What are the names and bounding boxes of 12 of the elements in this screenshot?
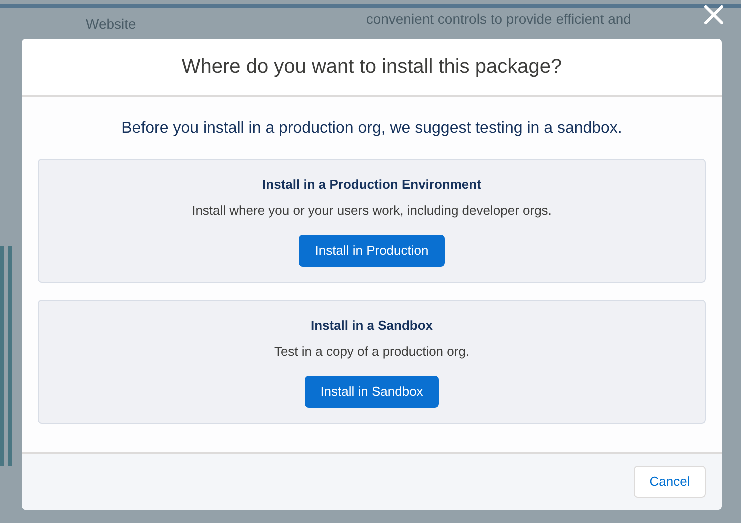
cancel-button[interactable]: Cancel (634, 466, 706, 498)
page-text: convenient controls to provide efficient and (366, 10, 632, 29)
dialog-intro: Before you install in a production org, we suggest testing in a sandbox. (120, 119, 624, 139)
dialog-title: Where do you want to install this package? (182, 55, 562, 80)
close-icon[interactable] (703, 4, 725, 26)
option-heading: Install in a Production Environment (262, 176, 482, 194)
option-description: Test in a copy of a production org. (274, 342, 470, 361)
install-button[interactable]: Install in Production (299, 235, 445, 267)
option-heading: Install in a Sandbox (310, 317, 434, 335)
option-description: Install where you or your users work, including developer orgs. (192, 202, 552, 220)
website-label: Website (86, 15, 136, 34)
install-button[interactable]: Install in Sandbox (304, 376, 440, 408)
